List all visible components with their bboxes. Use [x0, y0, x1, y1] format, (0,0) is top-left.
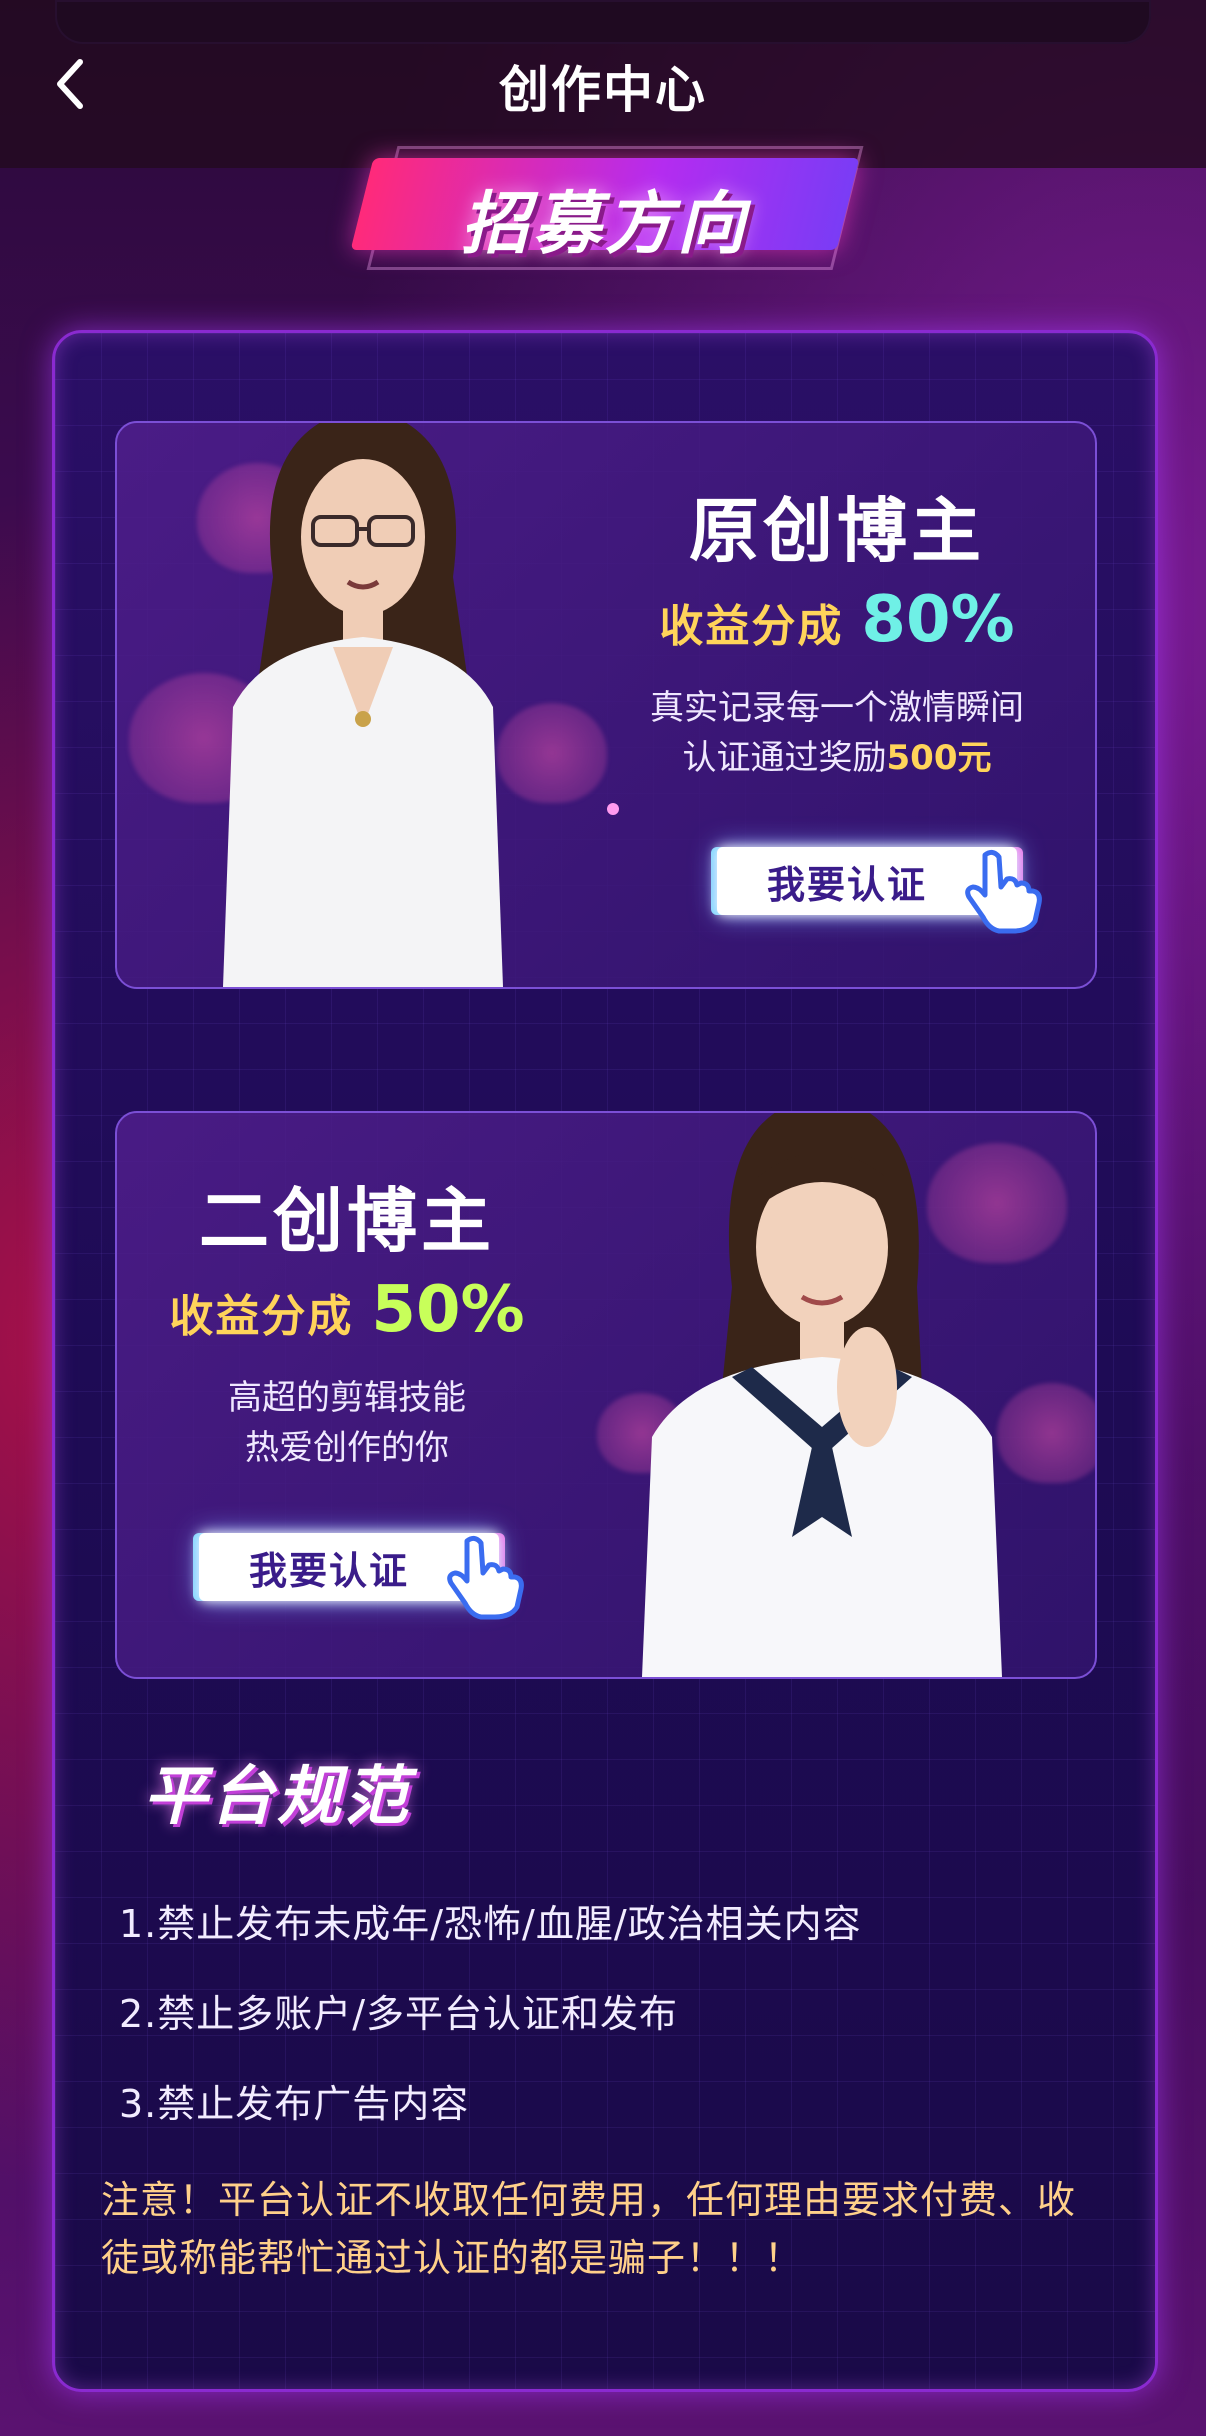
revenue-value: 80%: [861, 583, 1015, 657]
card-title: 二创博主: [199, 1180, 495, 1262]
desc-line: 热爱创作的你: [245, 1428, 449, 1468]
card-title: 原创博主: [689, 490, 985, 572]
page-title: 创作中心: [499, 61, 707, 119]
button-label: 我要认证: [248, 1548, 409, 1593]
certify-button[interactable]: 我要认证: [707, 837, 1047, 934]
rule-item: 3.禁止发布广告内容: [119, 2082, 470, 2126]
desc-line: 认证通过奖励500元: [597, 733, 1077, 783]
revenue-row: 收益分成 50%: [147, 1273, 547, 1347]
rule-item: 1.禁止发布未成年/恐怖/血腥/政治相关内容: [119, 1902, 862, 1946]
desc-prefix: 认证通过奖励: [682, 738, 887, 778]
card-description: 真实记录每一个激情瞬间 认证通过奖励500元: [597, 683, 1077, 783]
rule-item: 2.禁止多账户/多平台认证和发布: [119, 1992, 679, 2036]
recruit-banner: 招募方向: [350, 140, 864, 270]
portrait-illustration: [223, 423, 503, 987]
pointing-hand-icon: [965, 849, 1042, 934]
original-creator-card: 原创博主 收益分成 80% 真实记录每一个激情瞬间 认证通过奖励500元 我要认…: [115, 421, 1097, 989]
fraud-warning: 注意！平台认证不收取任何费用，任何理由要求付费、收徒或称能帮忙通过认证的都是骗子…: [101, 2178, 1077, 2280]
main-panel: 原创博主 收益分成 80% 真实记录每一个激情瞬间 认证通过奖励500元 我要认…: [52, 330, 1158, 2392]
card-description: 高超的剪辑技能 热爱创作的你: [147, 1373, 547, 1473]
reward-amount: 500元: [886, 738, 992, 778]
derivative-creator-card: 二创博主 收益分成 50% 高超的剪辑技能 热爱创作的你 我要认证: [115, 1111, 1097, 1679]
revenue-row: 收益分成 80%: [637, 583, 1037, 657]
desc-line: 真实记录每一个激情瞬间: [650, 688, 1024, 728]
revenue-label: 收益分成: [659, 601, 844, 652]
pointing-hand-icon: [447, 1535, 524, 1620]
sparkle-decoration: [607, 803, 619, 815]
creator-portrait-2: [622, 1113, 1022, 1677]
creator-portrait-1: [183, 423, 543, 987]
recruit-title: 招募方向: [460, 185, 749, 264]
button-label: 我要认证: [766, 862, 927, 907]
revenue-label: 收益分成: [169, 1291, 354, 1342]
portrait-illustration: [642, 1113, 1002, 1677]
certify-button[interactable]: 我要认证: [189, 1523, 529, 1620]
rules-title: 平台规范: [143, 1760, 411, 1834]
desc-line: 高超的剪辑技能: [228, 1378, 466, 1418]
revenue-value: 50%: [371, 1273, 525, 1347]
